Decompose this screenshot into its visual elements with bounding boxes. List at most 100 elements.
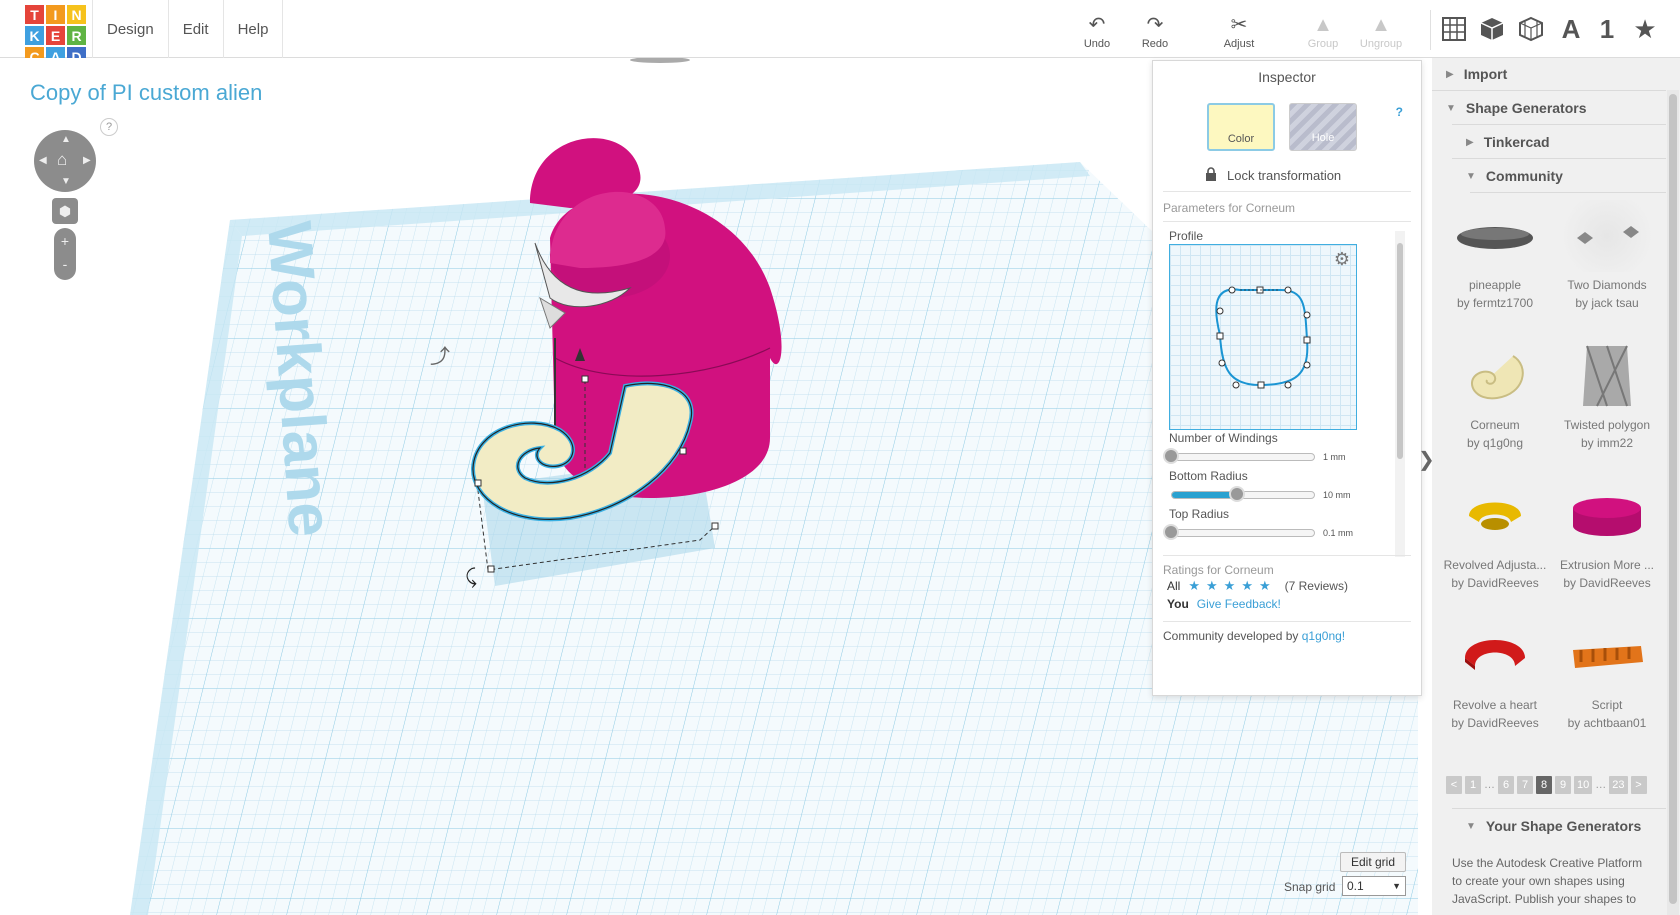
- shape-thumbnail: [1552, 620, 1662, 692]
- group-button[interactable]: ▲ Group: [1298, 12, 1348, 50]
- shape-name: Revolved Adjusta...: [1443, 558, 1547, 572]
- shape-card-twisted-polygon[interactable]: Twisted polygon by imm22: [1552, 340, 1662, 450]
- param-slider[interactable]: [1171, 529, 1315, 537]
- resize-handle[interactable]: [711, 522, 719, 530]
- shape-author: by fermtz1700: [1456, 296, 1534, 310]
- nav-help-button[interactable]: ?: [100, 118, 118, 136]
- pan-down-icon[interactable]: ▼: [61, 176, 71, 187]
- lock-transformation-toggle[interactable]: Lock transformation: [1205, 167, 1341, 184]
- tinkercad-label: Tinkercad: [1483, 134, 1550, 150]
- redo-button[interactable]: ↷ Redo: [1130, 12, 1180, 50]
- resize-handle[interactable]: [487, 565, 495, 573]
- page-button[interactable]: 9: [1555, 776, 1571, 794]
- menu-design[interactable]: Design: [92, 0, 169, 58]
- community-section[interactable]: ▼ Community: [1466, 168, 1563, 184]
- shape-card-two-diamonds[interactable]: Two Diamonds by jack tsau: [1552, 200, 1662, 310]
- edit-grid-button[interactable]: Edit grid: [1340, 852, 1406, 872]
- lock-icon: [1205, 167, 1217, 184]
- menu-edit[interactable]: Edit: [169, 0, 224, 58]
- community-credit: Community developed by q1g0ng!: [1163, 629, 1345, 643]
- ratings-title: Ratings for Corneum: [1163, 563, 1274, 577]
- wireframe-icon[interactable]: [1514, 12, 1548, 46]
- page-button[interactable]: 10: [1574, 776, 1593, 794]
- param-label: Number of Windings: [1169, 431, 1278, 445]
- snap-grid-select[interactable]: 0.1: [1342, 876, 1406, 896]
- resize-handle[interactable]: [679, 447, 687, 455]
- inspector-help-button[interactable]: ?: [1396, 105, 1403, 119]
- author-link[interactable]: q1g0ng!: [1302, 629, 1345, 643]
- shape-generators-section[interactable]: ▼ Shape Generators: [1446, 100, 1587, 116]
- shape-indicator: [630, 58, 690, 63]
- pagination-ellipsis: …: [1595, 779, 1607, 791]
- page-button-active[interactable]: 8: [1536, 776, 1552, 794]
- your-shape-generators-section[interactable]: ▼ Your Shape Generators: [1466, 818, 1641, 834]
- shape-thumbnail: [1552, 200, 1662, 272]
- collapse-sidebar-icon[interactable]: ❯: [1418, 440, 1435, 480]
- ungroup-icon: ▲: [1371, 14, 1391, 36]
- slider-knob[interactable]: [1163, 448, 1179, 464]
- pan-right-icon[interactable]: ▶: [83, 155, 91, 166]
- shape-thumbnail: [1440, 480, 1550, 552]
- height-handle[interactable]: [581, 375, 589, 383]
- hole-swatch-button[interactable]: Hole: [1289, 103, 1357, 151]
- project-title[interactable]: Copy of PI custom alien: [30, 80, 262, 106]
- pagination: < 1 … 6 7 8 9 10 … 23 >: [1446, 776, 1647, 794]
- rating-stars: ★ ★ ★ ★ ★: [1188, 578, 1276, 594]
- pan-left-icon[interactable]: ◀: [39, 155, 47, 166]
- rotate-handle-icon[interactable]: ⤹: [465, 564, 477, 588]
- adjust-label: Adjust: [1223, 38, 1255, 50]
- shape-card-script[interactable]: Script by achtbaan01: [1552, 620, 1662, 730]
- your-generators-description: Use the Autodesk Creative Platform to cr…: [1452, 856, 1643, 906]
- toolbar-divider: [1430, 10, 1431, 50]
- pan-up-icon[interactable]: ▲: [61, 134, 71, 145]
- ungroup-button[interactable]: ▲ Ungroup: [1356, 12, 1406, 50]
- zoom-in-button[interactable]: +: [54, 228, 76, 254]
- view-cube-button[interactable]: ⬢: [52, 198, 78, 224]
- rotate-handle-icon[interactable]: ⤴: [430, 344, 450, 368]
- page-button[interactable]: 23: [1609, 776, 1628, 794]
- page-button[interactable]: 1: [1465, 776, 1481, 794]
- page-button[interactable]: 6: [1498, 776, 1514, 794]
- adjust-button[interactable]: ✂ Adjust: [1214, 12, 1264, 50]
- logo-letter: K: [25, 26, 44, 45]
- cube-icon[interactable]: [1475, 12, 1509, 46]
- param-slider[interactable]: [1171, 453, 1315, 461]
- next-page-button[interactable]: >: [1630, 776, 1647, 794]
- zoom-out-button[interactable]: -: [54, 254, 76, 280]
- prev-page-button[interactable]: <: [1446, 776, 1462, 794]
- tinkercad-section[interactable]: ▶ Tinkercad: [1466, 134, 1550, 150]
- sidebar-scrollbar[interactable]: [1667, 90, 1679, 915]
- home-icon[interactable]: ⌂: [57, 150, 67, 170]
- menu-help[interactable]: Help: [224, 0, 284, 58]
- import-section[interactable]: ▶ Import: [1446, 66, 1507, 82]
- grid-view-icon[interactable]: [1437, 12, 1471, 46]
- shape-thumbnail: [1440, 340, 1550, 412]
- divider: [1163, 621, 1411, 622]
- slider-knob[interactable]: [1163, 524, 1179, 540]
- profile-editor[interactable]: ⚙: [1169, 244, 1357, 430]
- text-tool-icon[interactable]: A: [1554, 12, 1588, 46]
- shape-card-revolve-a-heart[interactable]: Revolve a heart by DavidReeves: [1440, 620, 1550, 730]
- ratings-all: All ★ ★ ★ ★ ★ (7 Reviews): [1167, 578, 1348, 594]
- shape-card-corneum[interactable]: Corneum by q1g0ng: [1440, 340, 1550, 450]
- slider-knob[interactable]: [1229, 486, 1246, 502]
- give-feedback-link[interactable]: Give Feedback!: [1197, 597, 1281, 611]
- resize-handle[interactable]: [474, 479, 482, 487]
- collapse-arrow-icon: ▼: [1466, 820, 1476, 832]
- param-value: 10 mm: [1323, 490, 1351, 500]
- favorites-star-icon[interactable]: ★: [1628, 12, 1662, 46]
- shape-card-pineapple[interactable]: pineapple by fermtz1700: [1440, 200, 1550, 310]
- tinkercad-logo[interactable]: T I N K E R C A D: [25, 5, 86, 66]
- divider: [1432, 90, 1666, 91]
- shape-card-revolved-adjustable[interactable]: Revolved Adjusta... by DavidReeves: [1440, 480, 1550, 590]
- orbit-control[interactable]: ▲ ▼ ◀ ▶ ⌂: [34, 130, 96, 192]
- color-swatch-button[interactable]: Color: [1207, 103, 1275, 151]
- shape-card-extrusion-more[interactable]: Extrusion More ... by DavidReeves: [1552, 480, 1662, 590]
- collapse-arrow-icon: ▼: [1466, 170, 1476, 182]
- page-button[interactable]: 7: [1517, 776, 1533, 794]
- undo-button[interactable]: ↶ Undo: [1072, 12, 1122, 50]
- shape-thumbnail: [1552, 340, 1662, 412]
- ratings-all-label: All: [1167, 579, 1181, 593]
- number-tool-icon[interactable]: 1: [1590, 12, 1624, 46]
- inspector-scrollbar[interactable]: [1395, 231, 1405, 557]
